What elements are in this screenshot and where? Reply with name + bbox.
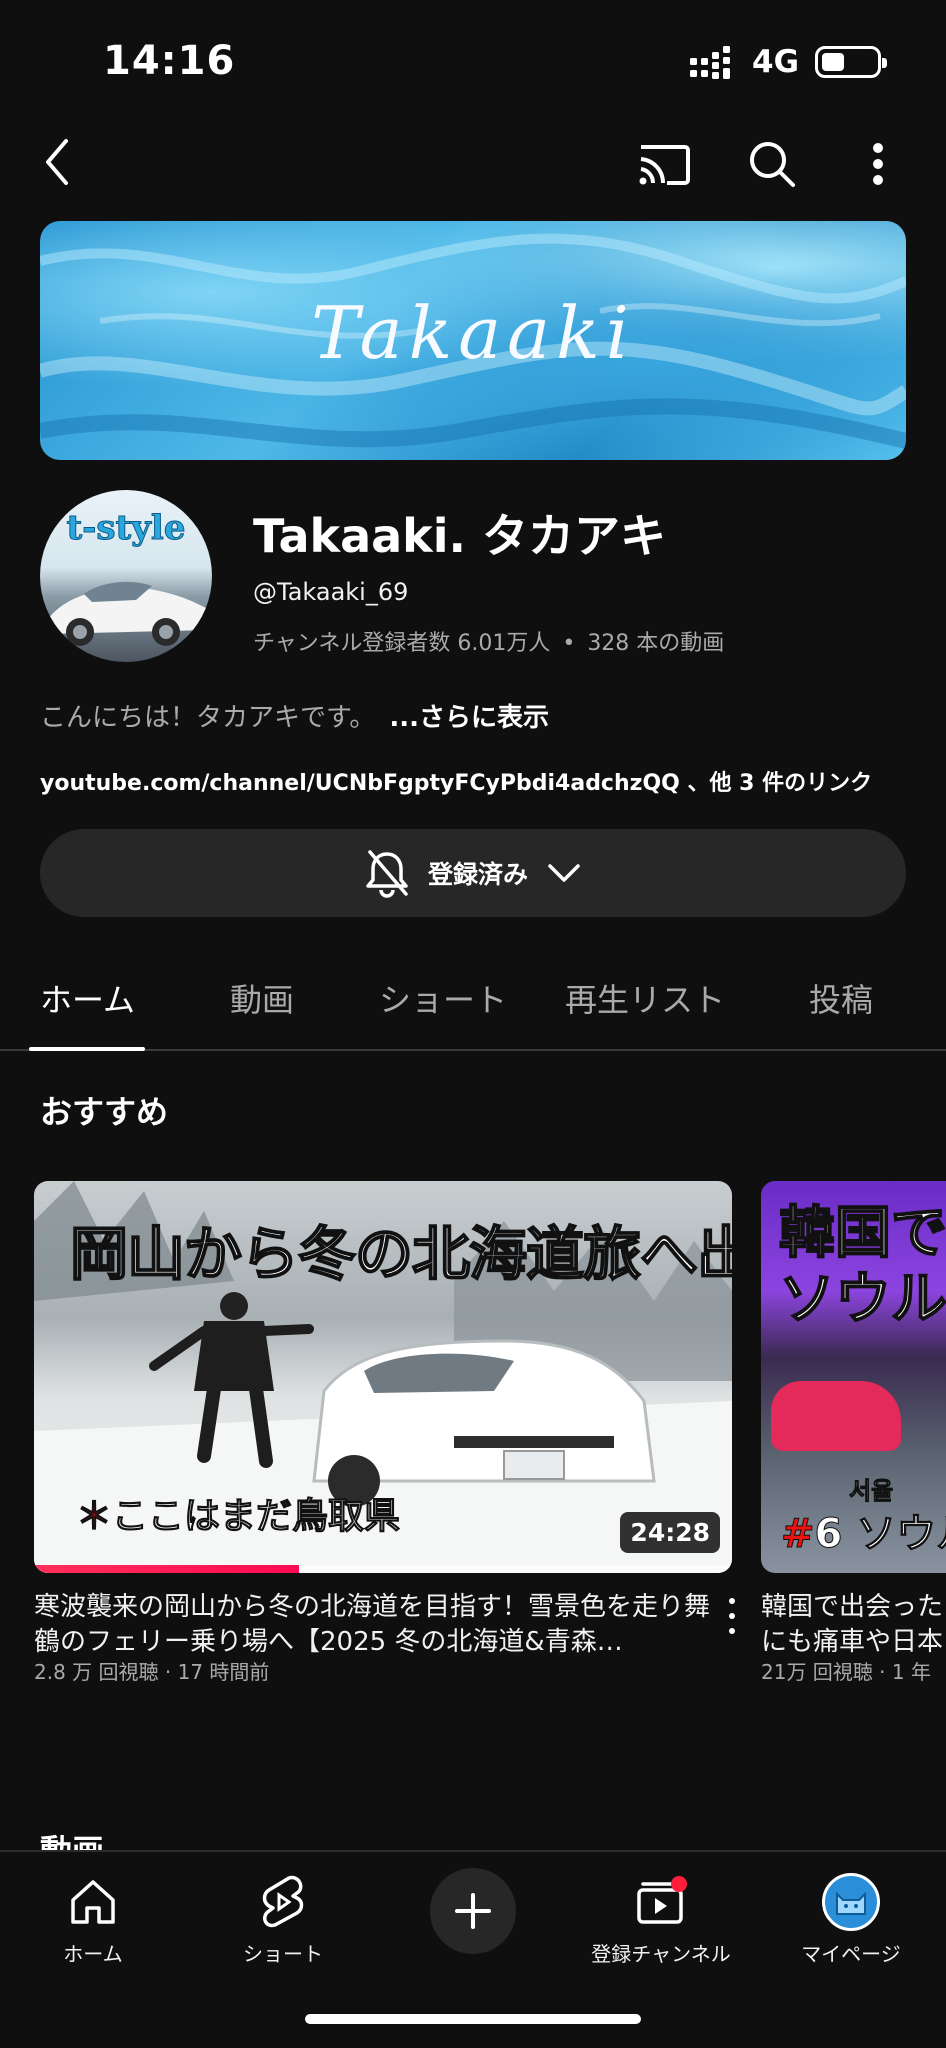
tab-shorts[interactable]: ショート <box>379 975 507 1021</box>
back-icon[interactable] <box>30 134 86 190</box>
banner-title: Takaaki <box>311 291 635 375</box>
car-image <box>44 581 210 646</box>
signal-icon <box>690 46 730 79</box>
section-title-recommended: おすすめ <box>40 1093 169 1131</box>
video-more-icon[interactable] <box>720 1598 744 1634</box>
network-type: 4G <box>752 44 800 80</box>
channel-description[interactable]: こんにちは！タカアキです。 ...さらに表示 <box>40 697 549 734</box>
channel-stats: チャンネル登録者数 6.01万人 • 328 本の動画 <box>253 625 724 657</box>
profile-avatar <box>822 1873 880 1931</box>
chevron-down-icon <box>548 864 580 882</box>
nav-subscriptions-label: 登録チャンネル <box>591 1942 731 1966</box>
nav-home-label: ホーム <box>63 1942 123 1966</box>
home-icon <box>18 1872 168 1932</box>
video-thumbnail-2[interactable]: 韓国で出ソウルの 서울 #6 ソウル <box>761 1181 946 1573</box>
subscribed-button[interactable]: 登録済み <box>40 829 906 917</box>
description-text: こんにちは！タカアキです。 <box>40 703 376 733</box>
thumbnail-subtext-2: #6 ソウル <box>781 1511 946 1558</box>
channel-avatar[interactable]: t-style <box>40 490 212 662</box>
you-icon <box>776 1872 926 1932</box>
channel-name: Takaaki. タカアキ <box>253 509 667 563</box>
tab-posts[interactable]: 投稿 <box>809 975 873 1021</box>
home-indicator[interactable] <box>305 2014 641 2024</box>
video-title[interactable]: 寒波襲来の岡山から冬の北海道を目指す！雪景色を走り舞鶴のフェリー乗り場へ【202… <box>34 1590 714 1660</box>
nav-shorts-label: ショート <box>243 1942 323 1966</box>
create-icon <box>455 1893 491 1929</box>
bell-off-icon <box>366 850 408 898</box>
subscriptions-icon <box>586 1872 736 1932</box>
video-meta: 2.8 万 回視聴 · 17 時間前 <box>34 1660 270 1684</box>
video-thumbnail[interactable]: 岡山から冬の北海道旅へ出発！ ＊ここはまだ鳥取県 24:28 <box>34 1181 732 1573</box>
channel-links[interactable]: youtube.com/channel/UCNbFgptyFCyPbdi4adc… <box>40 765 872 797</box>
thumbnail-subtext: ＊ここはまだ鳥取県 <box>75 1496 401 1538</box>
video-meta-2: 21万 回視聴 · 1 年 <box>761 1660 931 1684</box>
active-tab-indicator <box>29 1047 145 1051</box>
battery-icon <box>815 46 887 78</box>
subscribed-label: 登録済み <box>427 860 528 889</box>
channel-handle: @Takaaki_69 <box>253 578 409 606</box>
nav-home[interactable]: ホーム <box>18 1872 168 1967</box>
section-title-videos: 動画 <box>40 1832 105 1852</box>
channel-banner: Takaaki <box>40 221 906 460</box>
create-button[interactable] <box>430 1868 516 1954</box>
status-bar: 14:16 4G <box>0 0 946 120</box>
video-title-2[interactable]: 韓国で出会った にも痛車や日本 <box>761 1590 946 1660</box>
watch-progress-fill <box>34 1565 300 1573</box>
nav-you-label: マイページ <box>801 1942 901 1966</box>
status-time: 14:16 <box>103 38 236 84</box>
shorts-icon <box>208 1872 358 1932</box>
nav-subscriptions[interactable]: 登録チャンネル <box>586 1872 736 1967</box>
subscriber-count: チャンネル登録者数 6.01万人 <box>253 631 551 656</box>
avatar-logo-text: t-style <box>66 508 186 549</box>
tab-playlists[interactable]: 再生リスト <box>565 975 725 1021</box>
top-bar <box>0 130 946 200</box>
notification-dot <box>671 1876 687 1892</box>
more-options-icon[interactable] <box>850 136 906 192</box>
car-image <box>771 1381 901 1451</box>
separator: • <box>562 631 576 656</box>
watch-progress-bar <box>34 1565 732 1573</box>
nav-you[interactable]: マイページ <box>776 1872 926 1967</box>
tab-home[interactable]: ホーム <box>40 975 135 1021</box>
thumbnail-title-text-2: 韓国で出ソウルの <box>778 1200 946 1333</box>
search-icon[interactable] <box>744 136 800 192</box>
asterisk-mark: ＊ <box>75 1496 113 1538</box>
tab-videos[interactable]: 動画 <box>230 975 294 1021</box>
cast-icon[interactable] <box>636 136 692 192</box>
thumbnail-title-text: 岡山から冬の北海道旅へ出発！ <box>69 1219 732 1289</box>
video-duration: 24:28 <box>620 1512 720 1553</box>
nav-shorts[interactable]: ショート <box>208 1872 358 1967</box>
channel-tabs: ホーム 動画 ショート 再生リスト 投稿 <box>0 955 946 1051</box>
video-count: 328 本の動画 <box>587 631 725 656</box>
show-more-link[interactable]: ...さらに表示 <box>389 703 549 733</box>
